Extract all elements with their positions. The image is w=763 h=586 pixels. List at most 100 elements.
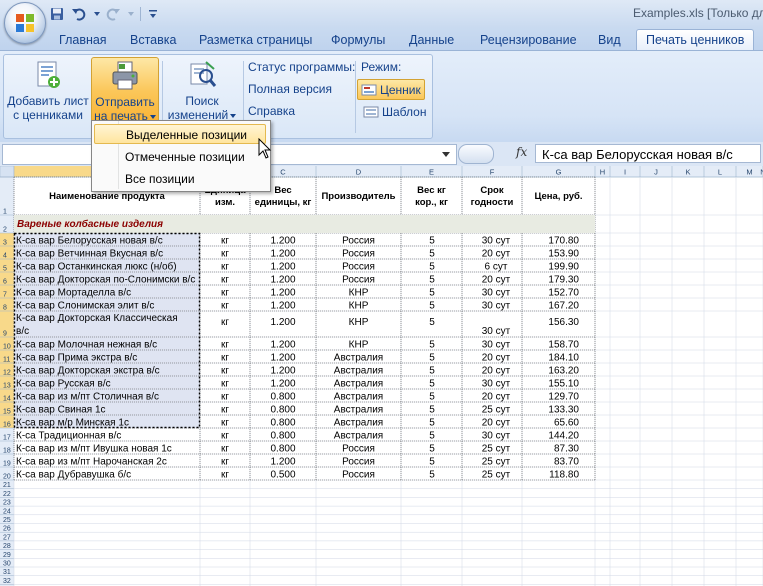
send-to-print-button[interactable]: Отправить на печать (91, 57, 159, 125)
add-sheet-label-2: с ценниками (13, 108, 83, 122)
row-header-32: 32 (3, 578, 11, 585)
maker-cell: Россия (342, 249, 375, 260)
sheet-canvas[interactable]: ABCDEFGHIJKLMN12345678910111213141516171… (0, 166, 763, 586)
weight-cell: 1.200 (270, 353, 295, 364)
maker-cell: Австралия (334, 405, 383, 416)
add-sheet-label-1: Добавить лист (7, 94, 89, 108)
menu-item-marked-positions[interactable]: Отмеченные позиции (94, 147, 266, 167)
shelf-life-cell: 30 сут (482, 236, 511, 247)
mode-label: Режим: (361, 60, 402, 74)
weight-cell: 0.500 (270, 470, 295, 481)
search-changes-button[interactable]: Поиск изменений (164, 57, 240, 127)
tab-page-layout[interactable]: Разметка страницы (199, 30, 312, 50)
maker-cell: Австралия (334, 418, 383, 429)
help-link[interactable]: Справка (248, 104, 295, 118)
tab-insert[interactable]: Вставка (130, 30, 176, 50)
maker-cell: Россия (342, 444, 375, 455)
box-weight-cell: 5 (429, 457, 435, 468)
product-name: К-са вар из м/пт Нарочанская 2с (16, 457, 167, 468)
row-header-31: 31 (3, 569, 11, 576)
price-cell: 118.80 (549, 470, 579, 481)
weight-cell: 1.200 (270, 262, 295, 273)
select-all-corner[interactable] (0, 166, 15, 178)
price-cell: 83.70 (554, 457, 579, 468)
save-icon[interactable] (48, 5, 66, 23)
shelf-life-cell: 30 сут (482, 326, 511, 337)
redo-dropdown-icon[interactable] (126, 5, 134, 23)
product-name: К-са вар Русская в/с (16, 379, 111, 390)
maker-cell: Россия (342, 457, 375, 468)
tab-price-tags[interactable]: Печать ценников (636, 29, 755, 51)
fx-icon[interactable]: fx (516, 145, 527, 159)
price-cell: 144.20 (548, 431, 579, 442)
row-header-29: 29 (3, 552, 11, 559)
category-label: Вареные колбасные изделия (17, 218, 163, 230)
menu-item-selected-positions[interactable]: Выделенные позиции (94, 124, 266, 144)
row-header-4: 4 (3, 253, 7, 260)
unit-cell: кг (221, 366, 229, 377)
product-name: К-са вар Докторская экстра в/с (16, 366, 160, 377)
full-version-link[interactable]: Полная версия (248, 82, 332, 96)
maker-cell: Россия (342, 275, 375, 286)
redo-icon[interactable] (104, 5, 122, 23)
office-button[interactable] (4, 2, 46, 44)
add-sheet-icon (32, 59, 64, 91)
add-sheet-button[interactable]: Добавить лист с ценниками (6, 57, 90, 127)
tab-view[interactable]: Вид (598, 30, 621, 50)
unit-cell: кг (221, 418, 229, 429)
formula-controls[interactable] (458, 144, 494, 164)
price-cell: 65.60 (554, 418, 579, 429)
price-cell: 129.70 (548, 392, 579, 403)
group-divider (355, 61, 356, 133)
unit-cell: кг (221, 431, 229, 442)
row-header-7: 7 (3, 292, 7, 299)
customize-icon[interactable] (147, 5, 159, 23)
tab-home[interactable]: Главная (59, 30, 107, 50)
product-name: К-са вар Останкинская люкс (н/об) (16, 261, 177, 273)
maker-cell: КНР (349, 288, 369, 299)
row-header-13: 13 (3, 383, 11, 390)
spreadsheet-grid[interactable]: ABCDEFGHIJKLMN12345678910111213141516171… (0, 166, 763, 586)
row-header-25: 25 (3, 517, 11, 524)
column-header-M: M (746, 168, 752, 177)
formula-input[interactable]: К-са вар Белорусская новая в/с (535, 144, 761, 163)
shelf-life-cell: 30 сут (482, 301, 511, 312)
weight-cell: 1.200 (270, 249, 295, 260)
column-header-G: G (556, 168, 562, 177)
row-header-23: 23 (3, 500, 11, 507)
row-header-22: 22 (3, 491, 11, 498)
undo-dropdown-icon[interactable] (92, 5, 100, 23)
mode-template-button[interactable]: Шаблон (360, 102, 429, 121)
shelf-life-cell: 20 сут (482, 418, 511, 429)
price-cell: 152.70 (548, 288, 579, 299)
shelf-life-cell: 20 сут (482, 249, 511, 260)
maker-cell: Австралия (334, 353, 383, 364)
price-cell: 199.90 (548, 262, 579, 273)
maker-cell: Австралия (334, 366, 383, 377)
tab-data[interactable]: Данные (409, 30, 454, 50)
shelf-life-cell: 20 сут (482, 353, 511, 364)
row-header-17: 17 (3, 435, 11, 442)
shelf-life-cell: 20 сут (482, 275, 511, 286)
weight-cell: 1.200 (270, 301, 295, 312)
tab-review[interactable]: Рецензирование (480, 30, 577, 50)
window-title: Examples.xls [Только для (633, 6, 763, 20)
tab-formulas[interactable]: Формулы (331, 30, 385, 50)
status-label: Статус программы: (248, 60, 356, 74)
unit-cell: кг (221, 317, 229, 328)
menu-item-all-positions[interactable]: Все позиции (94, 169, 266, 189)
undo-icon[interactable] (70, 5, 88, 23)
box-weight-cell: 5 (429, 379, 435, 390)
chevron-down-icon[interactable] (442, 152, 450, 157)
row-header-8: 8 (3, 305, 7, 312)
shelf-life-cell: 6 сут (485, 262, 508, 273)
header-weight-unit-1: Вес (274, 185, 291, 196)
mode-price-tag-button[interactable]: Ценник (357, 79, 425, 100)
maker-cell: Австралия (334, 431, 383, 442)
quick-access-toolbar (48, 4, 159, 24)
row-header-5: 5 (3, 266, 7, 273)
shelf-life-cell: 30 сут (482, 431, 511, 442)
shelf-life-cell: 20 сут (482, 366, 511, 377)
ribbon-tabs: Главная Вставка Разметка страницы Формул… (0, 28, 763, 51)
maker-cell: КНР (349, 340, 369, 351)
